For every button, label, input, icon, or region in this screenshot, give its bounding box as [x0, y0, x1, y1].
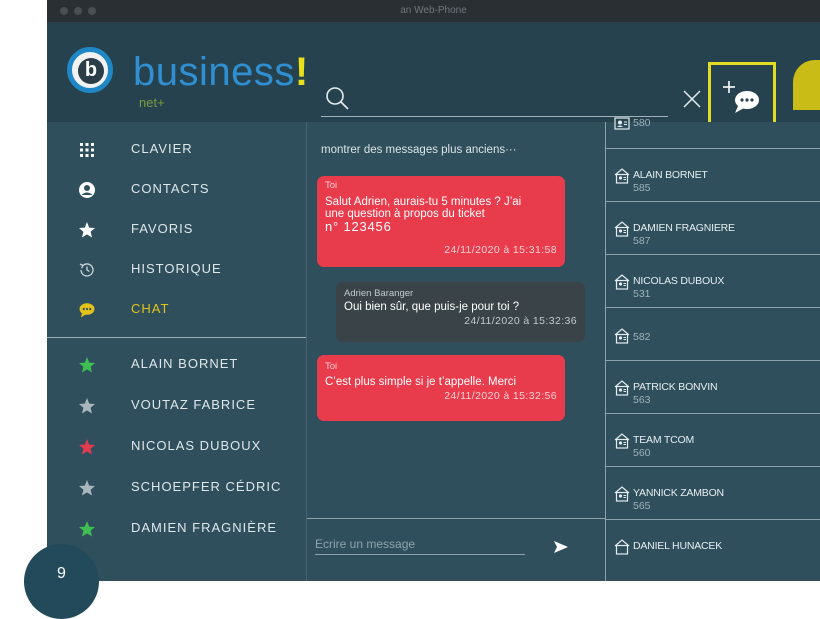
contact-name: ALAIN BORNET: [633, 169, 708, 181]
favorite-item[interactable]: VOUTAZ FABRICE: [47, 388, 306, 428]
contact-card-icon: [614, 117, 630, 130]
message-timestamp: 24/11/2020 à 15:32:56: [444, 390, 557, 402]
favorite-item[interactable]: ALAIN BORNET: [47, 347, 306, 387]
contact-number: 585: [633, 182, 651, 194]
contact-card-icon: [614, 380, 630, 396]
contact-card-icon: [614, 328, 630, 344]
message-bubble-received: Adrien Baranger Oui bien sûr, que puis-j…: [336, 282, 585, 342]
history-icon: [79, 263, 94, 277]
contact-name: TEAM TCOM: [633, 434, 695, 446]
contact-name: YANNICK ZAMBON: [633, 487, 724, 499]
send-icon[interactable]: [553, 539, 569, 555]
nav-label-historique: HISTORIQUE: [131, 261, 222, 276]
favorite-name: DAMIEN FRAGNIÈRE: [131, 520, 278, 535]
contact-row[interactable]: YANNICK ZAMBON 565: [606, 467, 820, 520]
contact-row[interactable]: DANIEL HUNACEK: [606, 520, 820, 573]
favorite-name: VOUTAZ FABRICE: [131, 397, 256, 412]
contact-card-icon: [614, 433, 630, 449]
message-sender: Adrien Baranger: [344, 288, 414, 299]
nav-item-contacts[interactable]: CONTACTS: [47, 172, 306, 212]
message-text-line: Oui bien sûr, que puis-je pour toi ?: [344, 301, 520, 313]
favorite-star-icon: [79, 398, 95, 414]
composer-divider: [307, 518, 605, 519]
contact-number: 580: [633, 117, 651, 129]
contacts-list: 580 ALAIN BORNET 585 DAMIEN FRAGNIERE 58…: [605, 117, 820, 581]
chat-panel: montrer des messages plus anciens··· Toi…: [307, 122, 605, 581]
window-title: an Web-Phone: [400, 5, 467, 16]
favorite-item[interactable]: SCHOEPFER CÉDRIC: [47, 470, 306, 510]
contact-name: PATRICK BONVIN: [633, 381, 718, 393]
sidebar-divider: [47, 337, 306, 338]
favorite-name: SCHOEPFER CÉDRIC: [131, 479, 282, 494]
brand-name: business!: [133, 50, 309, 94]
message-text-line: n° 123456: [325, 219, 392, 234]
nav-label-contacts: CONTACTS: [131, 181, 210, 196]
contact-row[interactable]: 582: [606, 308, 820, 361]
favorite-item[interactable]: NICOLAS DUBOUX: [47, 429, 306, 469]
message-bubble-sent: Toi C’est plus simple si je t’appelle. M…: [317, 355, 565, 421]
contact-number: 531: [633, 288, 651, 300]
contact-row[interactable]: DAMIEN FRAGNIERE 587: [606, 202, 820, 255]
favorite-item[interactable]: DAMIEN FRAGNIÈRE: [47, 511, 306, 551]
message-timestamp: 24/11/2020 à 15:31:58: [444, 244, 557, 256]
star-icon: [79, 222, 95, 238]
app-logo: b: [67, 47, 113, 93]
favorite-star-icon: [79, 439, 95, 455]
favorite-star-icon: [79, 521, 95, 537]
logo-letter: b: [78, 58, 104, 84]
brand-subtitle: net+: [139, 95, 165, 110]
contact-row[interactable]: NICOLAS DUBOUX 531: [606, 255, 820, 308]
message-text-line: Salut Adrien, aurais-tu 5 minutes ? J’ai: [325, 196, 522, 208]
contact-name: NICOLAS DUBOUX: [633, 275, 725, 287]
contact-name: DANIEL HUNACEK: [633, 540, 722, 552]
nav-label-chat: CHAT: [131, 301, 170, 316]
message-input[interactable]: [315, 534, 525, 555]
contact-number: 587: [633, 235, 651, 247]
step-number-badge: 9: [24, 544, 99, 619]
contact-card-icon: [614, 168, 630, 184]
nav-item-historique[interactable]: HISTORIQUE: [47, 252, 306, 292]
contact-row[interactable]: ALAIN BORNET 585: [606, 149, 820, 202]
contact-row[interactable]: TEAM TCOM 560: [606, 414, 820, 467]
contact-number: 582: [633, 331, 651, 343]
contact-card-icon: [614, 539, 630, 555]
contacts-icon: [79, 182, 95, 198]
message-bubble-sent: Toi Salut Adrien, aurais-tu 5 minutes ? …: [317, 176, 565, 267]
contact-row[interactable]: 580: [606, 96, 820, 149]
contact-number: 560: [633, 447, 651, 459]
contact-card-icon: [614, 274, 630, 290]
brand-exclamation: !: [294, 50, 309, 94]
favorite-name: ALAIN BORNET: [131, 356, 239, 371]
nav-label-favoris: FAVORIS: [131, 221, 194, 236]
favorite-star-icon: [79, 480, 95, 496]
message-sender: Toi: [325, 361, 338, 372]
brand-word: business: [133, 50, 295, 94]
contact-name: DAMIEN FRAGNIERE: [633, 222, 735, 234]
contact-card-icon: [614, 486, 630, 502]
app-window: an Web-Phone b business! net+ CLAVIER CO…: [47, 0, 820, 581]
contact-card-icon: [614, 221, 630, 237]
contact-row[interactable]: PATRICK BONVIN 563: [606, 361, 820, 414]
search-icon[interactable]: [324, 85, 350, 111]
nav-label-clavier: CLAVIER: [131, 141, 193, 156]
contact-number: 565: [633, 500, 651, 512]
title-bar: an Web-Phone: [47, 0, 820, 22]
keypad-icon: [80, 143, 94, 157]
chat-icon: [79, 303, 95, 318]
message-timestamp: 24/11/2020 à 15:32:36: [464, 315, 577, 327]
message-text-line: C’est plus simple si je t’appelle. Merci: [325, 376, 517, 388]
message-sender: Toi: [325, 180, 338, 191]
contact-number: 563: [633, 394, 651, 406]
step-number: 9: [57, 565, 66, 582]
sidebar: CLAVIER CONTACTS FAVORIS HISTORIQUE CHAT…: [47, 122, 307, 581]
load-older-messages-link[interactable]: montrer des messages plus anciens···: [321, 144, 517, 156]
nav-item-favoris[interactable]: FAVORIS: [47, 212, 306, 252]
nav-item-clavier[interactable]: CLAVIER: [47, 132, 306, 172]
favorite-star-icon: [79, 357, 95, 373]
favorite-name: NICOLAS DUBOUX: [131, 438, 262, 453]
nav-item-chat[interactable]: CHAT: [47, 292, 306, 332]
